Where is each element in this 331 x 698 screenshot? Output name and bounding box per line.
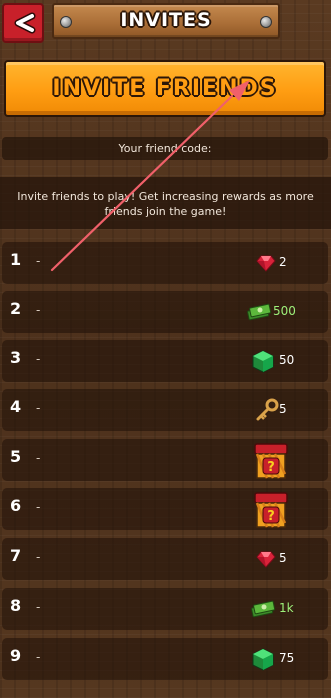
chevron-left-icon bbox=[14, 12, 36, 34]
friend-code-label: Your friend code: bbox=[118, 142, 212, 155]
reward-amount: 2 bbox=[279, 255, 287, 269]
reward-amount: 1k bbox=[279, 601, 294, 615]
reward-dash: - bbox=[36, 303, 41, 317]
cash-stack-icon bbox=[251, 600, 276, 618]
reward-amount: 50 bbox=[279, 353, 295, 367]
invite-info-box: Invite friends to play! Get increasing r… bbox=[0, 177, 331, 229]
invite-friends-button[interactable]: INVITE FRIENDS bbox=[4, 60, 326, 117]
invite-friends-label: INVITE FRIENDS bbox=[52, 76, 278, 101]
reward-row: 8 - 1k bbox=[2, 588, 328, 630]
reward-amount: 5 bbox=[279, 551, 287, 565]
reward-dash: - bbox=[36, 254, 41, 268]
reward-dash: - bbox=[36, 401, 41, 415]
svg-text:?: ? bbox=[267, 509, 275, 524]
invite-info-text: Invite friends to play! Get increasing r… bbox=[17, 190, 314, 218]
reward-number: 6 bbox=[10, 496, 22, 515]
reward-row: 7 - 5 bbox=[2, 538, 328, 580]
reward-number: 1 bbox=[10, 250, 22, 269]
svg-text:?: ? bbox=[267, 460, 275, 475]
cash-stack-icon bbox=[247, 303, 272, 321]
green-cube-icon bbox=[252, 648, 274, 671]
reward-number: 4 bbox=[10, 397, 22, 416]
green-cube-icon bbox=[252, 350, 274, 373]
reward-number: 8 bbox=[10, 596, 22, 615]
reward-number: 7 bbox=[10, 546, 22, 565]
reward-number: 5 bbox=[10, 447, 22, 466]
ruby-icon bbox=[256, 551, 276, 568]
reward-row: 5 - ? bbox=[2, 439, 328, 481]
reward-row: 4 - 5 bbox=[2, 389, 328, 431]
page-title: INVITES bbox=[120, 9, 212, 31]
reward-amount: 5 bbox=[279, 402, 287, 416]
reward-dash: - bbox=[36, 352, 41, 366]
ruby-icon bbox=[256, 255, 276, 272]
reward-row: 6 - ? bbox=[2, 488, 328, 530]
reward-amount: 75 bbox=[279, 651, 295, 665]
reward-row: 9 - 75 bbox=[2, 638, 328, 680]
title-plank: INVITES bbox=[52, 3, 280, 39]
friend-code-bar: Your friend code: bbox=[2, 137, 328, 160]
reward-number: 3 bbox=[10, 348, 22, 367]
reward-number: 2 bbox=[10, 299, 22, 318]
reward-row: 2 - 500 bbox=[2, 291, 328, 333]
reward-dash: - bbox=[36, 451, 41, 465]
reward-amount: 500 bbox=[273, 304, 296, 318]
mystery-chest-icon: ? bbox=[254, 492, 288, 528]
key-icon bbox=[256, 398, 279, 421]
reward-row: 3 - 50 bbox=[2, 340, 328, 382]
reward-row: 1 - 2 bbox=[2, 242, 328, 284]
reward-dash: - bbox=[36, 500, 41, 514]
reward-dash: - bbox=[36, 550, 41, 564]
reward-dash: - bbox=[36, 650, 41, 664]
back-button[interactable] bbox=[2, 3, 44, 43]
reward-dash: - bbox=[36, 600, 41, 614]
mystery-chest-icon: ? bbox=[254, 443, 288, 479]
reward-number: 9 bbox=[10, 646, 22, 665]
